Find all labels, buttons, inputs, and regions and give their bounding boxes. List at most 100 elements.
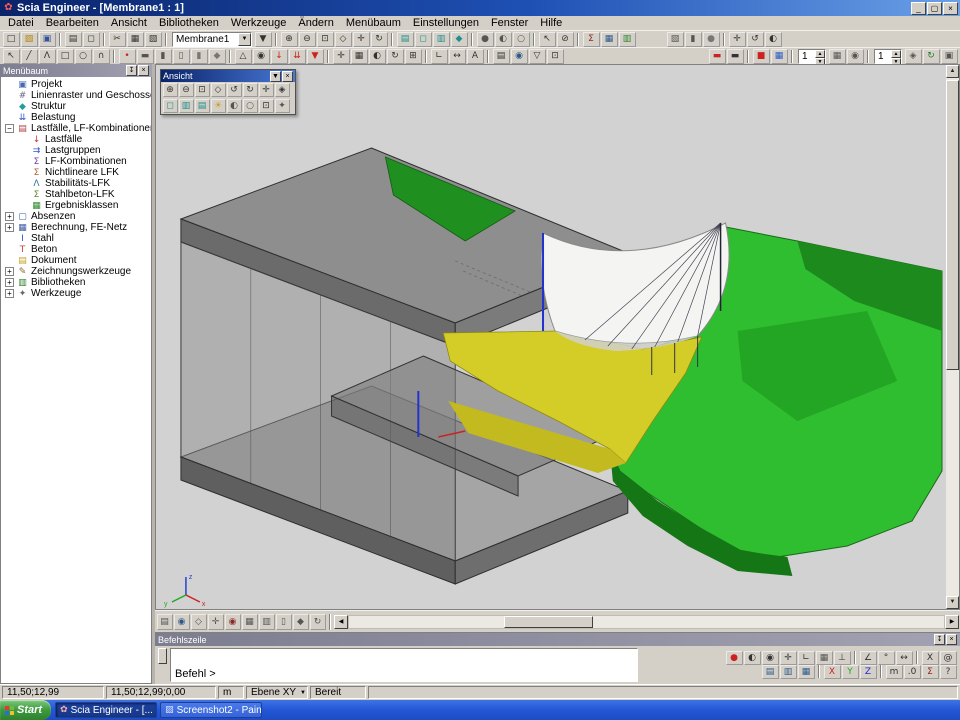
load-surface-icon[interactable]: ▼ (307, 49, 324, 64)
zoom-out-icon[interactable]: ⊖ (299, 32, 316, 47)
vertical-scroll-track[interactable] (946, 78, 959, 596)
rotate-view-icon[interactable]: ↻ (371, 32, 388, 47)
start-button[interactable]: Start (0, 700, 51, 720)
status-cell-3[interactable]: Ebene XY▼ (246, 686, 308, 699)
view-dir-icon[interactable]: ◇ (191, 614, 207, 630)
polyline-icon[interactable]: Λ (39, 49, 56, 64)
snap-grid-icon[interactable]: ▦ (816, 651, 833, 665)
ansicht-floating-toolbar[interactable]: Ansicht ▼ × ⊕⊖⊡◇↺↻✛◈ ◻▥▤☀◐○⊡✦ (160, 69, 296, 115)
snap-mid-icon[interactable]: ◐ (744, 651, 761, 665)
cut-icon[interactable]: ✂ (109, 32, 126, 47)
pan2-icon[interactable]: ✛ (259, 83, 274, 97)
zoom-all2-icon[interactable]: ◇ (211, 83, 226, 97)
view-side2-icon[interactable]: ▥ (179, 99, 194, 113)
hinge-icon[interactable]: ◉ (253, 49, 270, 64)
minimize-button[interactable]: _ (911, 2, 926, 15)
circle-icon[interactable]: ○ (75, 49, 92, 64)
tree-item-beton[interactable]: TBeton (1, 244, 151, 255)
tree-item-lf-kombinationen[interactable]: ΣLF-Kombinationen (1, 156, 151, 167)
menu-datei[interactable]: Datei (2, 16, 40, 30)
tree-item-zeichnungswerkzeuge[interactable]: +✎Zeichnungswerkzeuge (1, 266, 151, 277)
taskbar-task-screenshot2-paint[interactable]: ▨Screenshot2 - Paint (160, 702, 262, 718)
dot-grid-icon[interactable]: ▦ (242, 614, 258, 630)
rotate-3d-icon[interactable]: ↺ (747, 32, 764, 47)
support-icon[interactable]: △ (235, 49, 252, 64)
tree-expand-plus-icon[interactable]: + (5, 267, 14, 276)
snap-center-icon[interactable]: ◉ (762, 651, 779, 665)
new-icon[interactable]: □ (3, 32, 20, 47)
tree-item-nichtlineare-lfk[interactable]: ΣNichtlineare LFK (1, 167, 151, 178)
shade2-icon[interactable]: ◐ (227, 99, 242, 113)
paste-icon[interactable]: ▧ (145, 32, 162, 47)
menu-einstellungen[interactable]: Einstellungen (407, 16, 485, 30)
shell-icon[interactable]: ◆ (209, 49, 226, 64)
zoom-out2-icon[interactable]: ⊖ (179, 83, 194, 97)
tree-expand-plus-icon[interactable]: + (5, 212, 14, 221)
tree-item-lastf-lle-lf-kombinationen[interactable]: −▤Lastfälle, LF-Kombinationen (1, 123, 151, 134)
snap-ortho-icon[interactable]: ⊥ (834, 651, 851, 665)
filter-icon[interactable]: ▽ (529, 49, 546, 64)
spin-up-icon[interactable]: ▲ (815, 50, 825, 58)
viewport-canvas[interactable]: z x y Ansicht ▼ × ⊕⊖⊡◇↺↻✛◈ ◻▥▤☀◐○ (156, 65, 946, 609)
layers-icon[interactable]: ▤ (493, 49, 510, 64)
scroll-up-icon[interactable]: ▲ (946, 65, 959, 78)
menu-hilfe[interactable]: Hilfe (534, 16, 568, 30)
view-front2-icon[interactable]: ◻ (163, 99, 178, 113)
menu-men-baum[interactable]: Menübaum (340, 16, 407, 30)
dimension-icon[interactable]: ↔ (449, 49, 466, 64)
chevron-down-icon[interactable]: ▼ (300, 690, 306, 696)
clip2-icon[interactable]: ⊡ (259, 99, 274, 113)
precision-icon[interactable]: .0 (904, 665, 921, 679)
line-grid-icon[interactable]: ▥ (259, 614, 275, 630)
tree-item-dokument[interactable]: ▤Dokument (1, 255, 151, 266)
snap-intersect-icon[interactable]: ✛ (780, 651, 797, 665)
copy-icon[interactable]: ▦ (127, 32, 144, 47)
zoom-in2-icon[interactable]: ⊕ (163, 83, 178, 97)
menu-werkzeuge[interactable]: Werkzeuge (225, 16, 292, 30)
persp-icon[interactable]: ◈ (275, 83, 290, 97)
vertical-scroll-thumb[interactable] (946, 80, 959, 370)
tree-item-ergebnisklassen[interactable]: ▦Ergebnisklassen (1, 200, 151, 211)
snap-mode-icon[interactable]: ◉ (225, 614, 241, 630)
deselect-icon[interactable]: ⊘ (557, 32, 574, 47)
axis-x-icon[interactable]: X (824, 665, 841, 679)
close-button[interactable]: × (946, 634, 957, 645)
regen-icon[interactable]: ↻ (310, 614, 326, 630)
screenshot-icon[interactable]: ▣ (941, 49, 958, 64)
close-button[interactable]: × (282, 71, 293, 82)
view-settings-icon[interactable]: ✦ (275, 99, 290, 113)
line-style-icon[interactable]: ▬ (709, 49, 726, 64)
spin-up-icon[interactable]: ▲ (891, 50, 901, 58)
grip-handle[interactable] (158, 648, 167, 664)
horizontal-scroll-thumb[interactable] (504, 616, 593, 628)
palette-icon[interactable]: ▦ (771, 49, 788, 64)
zoom-window-icon[interactable]: ⊡ (317, 32, 334, 47)
spinner-arrows[interactable]: ▲▼ (815, 50, 825, 63)
close-button[interactable]: × (943, 2, 958, 15)
tree-expand-plus-icon[interactable]: + (5, 278, 14, 287)
project-item-combobox[interactable]: Membrane1 ▼ (172, 32, 252, 47)
mirror-icon[interactable]: ◐ (369, 49, 386, 64)
taskbar-task-scia-engineer[interactable]: ✿Scia Engineer - [... (55, 702, 157, 718)
chevron-down-icon[interactable]: ▼ (270, 71, 281, 82)
horizontal-scroll-track[interactable] (348, 615, 945, 629)
units-m-icon[interactable]: m (886, 665, 903, 679)
menu-bearbeiten[interactable]: Bearbeiten (40, 16, 105, 30)
preview-icon[interactable]: ◻ (83, 32, 100, 47)
axis-y-icon[interactable]: Y (842, 665, 859, 679)
view-front-icon[interactable]: ◻ (415, 32, 432, 47)
array-icon[interactable]: ⊞ (405, 49, 422, 64)
tree-expand-minus-icon[interactable]: − (5, 124, 14, 133)
wall-icon[interactable]: ▮ (191, 49, 208, 64)
rect-icon[interactable]: □ (57, 49, 74, 64)
plane-xz-icon[interactable]: ▥ (780, 665, 797, 679)
pin-button[interactable]: ↧ (934, 634, 945, 645)
view-top2-icon[interactable]: ▤ (195, 99, 210, 113)
scroll-left-icon[interactable]: ◀ (334, 615, 348, 629)
column-icon[interactable]: ▮ (155, 49, 172, 64)
node-icon[interactable]: • (119, 49, 136, 64)
axis-z-icon[interactable]: Z (860, 665, 877, 679)
open-icon[interactable]: ▨ (21, 32, 38, 47)
value-spinner[interactable]: 1▲▼ (798, 49, 826, 64)
view-side-icon[interactable]: ▥ (433, 32, 450, 47)
